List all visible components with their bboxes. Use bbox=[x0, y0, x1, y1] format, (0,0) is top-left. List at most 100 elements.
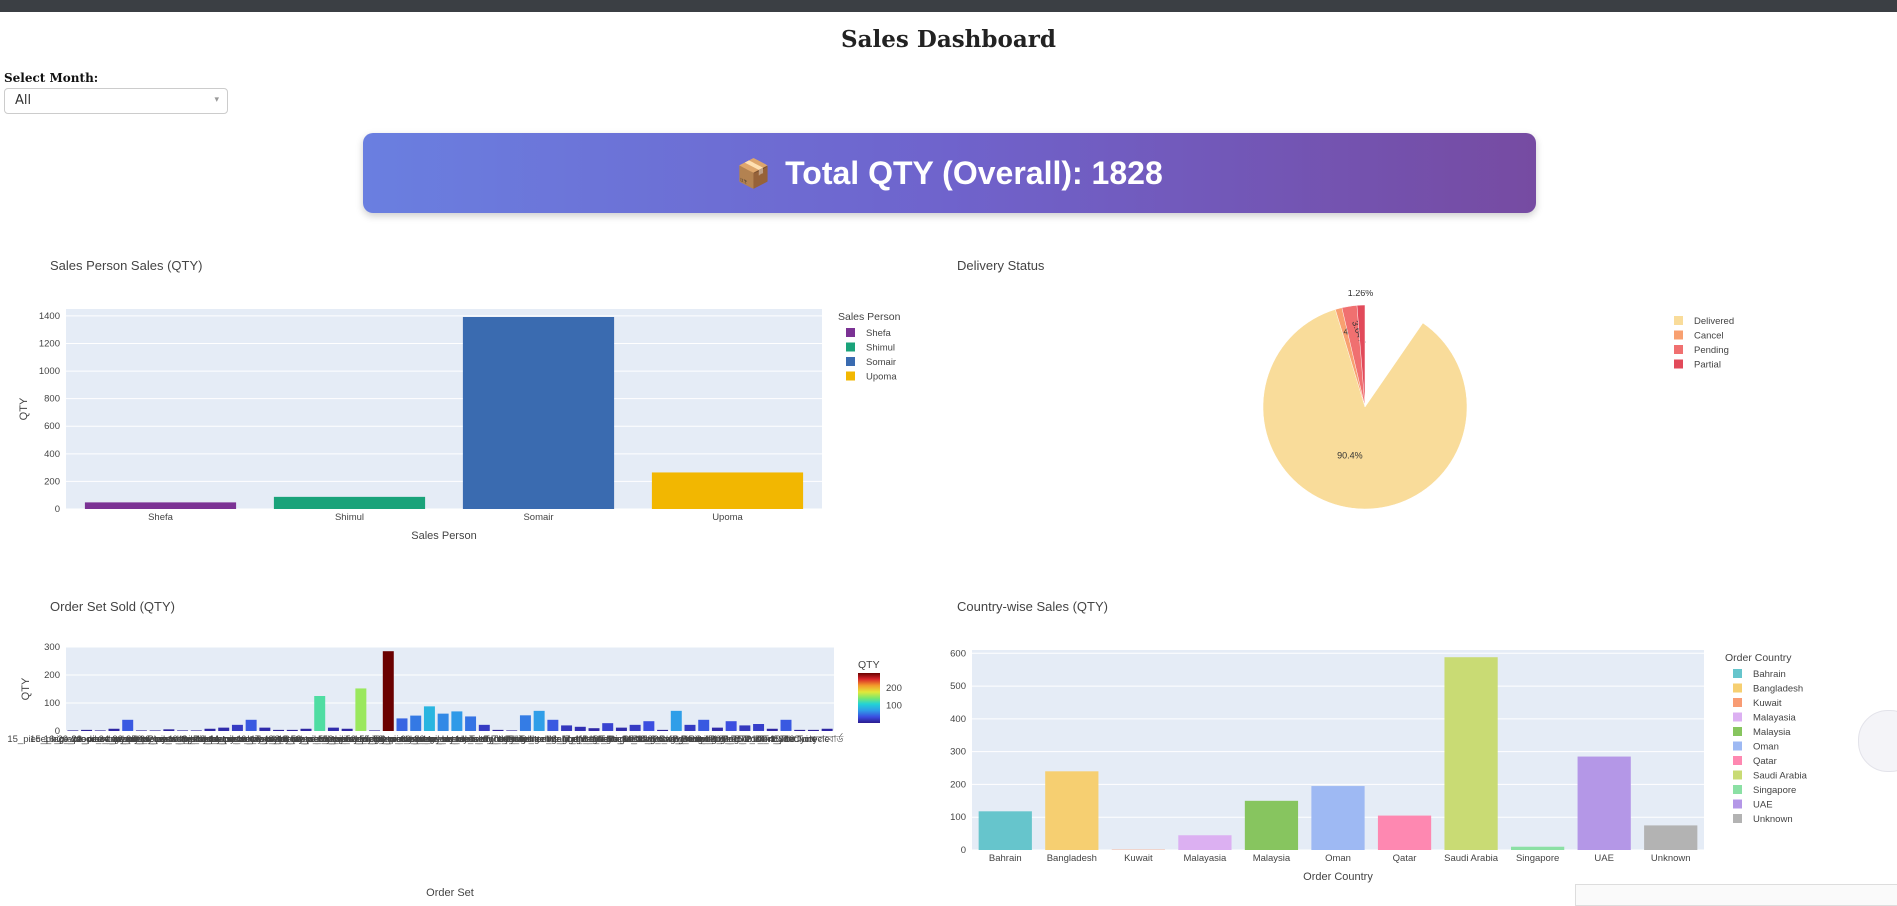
legend-item-partial: Partial bbox=[1694, 360, 1721, 371]
bar-20-piece-wooden-toy-set bbox=[109, 729, 120, 731]
order-set-bar-chart: 010020030015_piece_big_wooden_toy_set15_… bbox=[0, 630, 940, 898]
bar-magnetic-sticks-42 bbox=[630, 725, 641, 731]
y-tick-label: 200 bbox=[950, 779, 966, 790]
bar-80-piece-wooden-toy-set bbox=[465, 716, 476, 731]
legend-swatch bbox=[846, 343, 855, 352]
y-tick-label: 1200 bbox=[39, 338, 60, 349]
legend-item-kuwait: Kuwait bbox=[1753, 698, 1782, 709]
bar-46-piece-wooden-toy-set bbox=[287, 730, 298, 731]
bar-swimming-pool-120 bbox=[671, 711, 682, 731]
y-tick-label: 300 bbox=[44, 642, 60, 653]
bar-60-piece-new-wooden-toy-set bbox=[438, 714, 449, 731]
bar-15-piece-big-wooden-toy-set bbox=[67, 730, 78, 731]
country-chart-title: Country-wise Sales (QTY) bbox=[957, 599, 1108, 614]
bar-60-piece-wooden-toy-set bbox=[451, 711, 462, 731]
bar-saudi-arabia bbox=[1444, 657, 1497, 850]
x-tick-label: UAE bbox=[1594, 853, 1614, 864]
y-tick-label: 600 bbox=[44, 421, 60, 432]
legend-swatch bbox=[1733, 684, 1742, 693]
bar-house-tent bbox=[506, 730, 517, 731]
total-qty-text: Total QTY (Overall): 1828 bbox=[785, 155, 1163, 192]
x-axis-title: Order Country bbox=[1303, 871, 1373, 883]
legend-item-malaysia: Malaysia bbox=[1753, 727, 1791, 738]
legend-item-saudi-arabia: Saudi Arabia bbox=[1753, 771, 1808, 782]
bar-swimming-pool-120-e bbox=[685, 725, 696, 731]
bar-magnetic-sticks-100 bbox=[589, 728, 600, 731]
bar-40-pieces-special-wooden-toy-set bbox=[205, 729, 216, 731]
legend-item-unknown: Unknown bbox=[1753, 814, 1793, 825]
bottom-panel bbox=[1575, 884, 1897, 906]
legend-swatch bbox=[1733, 742, 1742, 751]
legend-title: Order Country bbox=[1725, 652, 1792, 664]
bar-tent-3ft bbox=[767, 729, 778, 731]
bar-42-piece-wooden-toy-set bbox=[246, 720, 257, 731]
package-icon: 📦 bbox=[736, 157, 771, 190]
bar-singapore bbox=[1511, 847, 1564, 850]
bar-21-piece-wooden-toy-set bbox=[122, 720, 133, 731]
legend-item-qatar: Qatar bbox=[1753, 756, 1777, 767]
y-tick-label: 0 bbox=[961, 845, 966, 856]
bar-50-piece-wooden-toy-set-other bbox=[355, 688, 366, 731]
bar-47-piece-wooden-toy-set bbox=[301, 729, 312, 731]
bar-16-piece-wooden-toy-set bbox=[95, 730, 106, 731]
bar-swimming-pool-34x10 bbox=[726, 721, 737, 731]
chevron-down-icon[interactable]: ▾ bbox=[214, 95, 219, 105]
legend-swatch bbox=[846, 357, 855, 366]
bar-qatar bbox=[1378, 816, 1431, 850]
legend-swatch bbox=[1733, 756, 1742, 765]
bar-housetent-tricycle bbox=[479, 725, 490, 731]
legend-swatch bbox=[1733, 698, 1742, 707]
bar-41-pieces-wooden-toy-set bbox=[232, 725, 243, 731]
delivery-chart-title: Delivery Status bbox=[957, 258, 1044, 273]
x-tick-label: Malayasia bbox=[1184, 853, 1227, 864]
legend-swatch bbox=[1733, 814, 1742, 823]
delivery-status-pie-chart: 90.4%4.7%3.64%1.26%DeliveredCancelPendin… bbox=[940, 290, 1897, 550]
legend-item-bahrain: Bahrain bbox=[1753, 669, 1786, 680]
y-tick-label: 0 bbox=[55, 504, 60, 515]
legend-item-bangladesh: Bangladesh bbox=[1753, 684, 1803, 695]
bar-housetent-tricycle bbox=[493, 730, 504, 731]
y-tick-label: 400 bbox=[950, 714, 966, 725]
bar-magnetic-sticks-128 bbox=[602, 723, 613, 731]
y-tick-label: 500 bbox=[950, 681, 966, 692]
y-tick-label: 1400 bbox=[39, 311, 60, 322]
bar-uae bbox=[1578, 757, 1631, 850]
bar-52-piece-big-wooden-toy-set bbox=[383, 651, 394, 731]
y-axis-title: QTY bbox=[18, 397, 30, 420]
x-tick-label: Bangladesh bbox=[1047, 853, 1097, 864]
x-tick-label: Oman bbox=[1325, 853, 1351, 864]
y-tick-label: 300 bbox=[950, 747, 966, 758]
y-tick-label: 200 bbox=[44, 670, 60, 681]
y-tick-label: 400 bbox=[44, 449, 60, 460]
bar-house-tent bbox=[520, 715, 531, 731]
x-tick-label: Unknown bbox=[1651, 853, 1691, 864]
bar-tricycle bbox=[794, 730, 805, 731]
bar-intelligence-3-in-1 bbox=[534, 711, 545, 731]
bar-tricycle bbox=[808, 730, 819, 731]
bar-malaysia bbox=[1245, 801, 1298, 850]
bar-58-piece-wooden-toy-set bbox=[424, 706, 435, 731]
legend-item-upoma: Upoma bbox=[866, 372, 897, 383]
pie-label-partial: 1.26% bbox=[1348, 290, 1374, 298]
bar-52-piece-wooden-toy-set bbox=[397, 718, 408, 731]
legend-swatch bbox=[1733, 727, 1742, 736]
legend-item-delivered: Delivered bbox=[1694, 316, 1734, 327]
legend-item-pending: Pending bbox=[1694, 345, 1729, 356]
bar-magnetic-sticks-84 bbox=[643, 721, 654, 731]
colorbar-tick-label: 200 bbox=[886, 683, 902, 694]
x-tick-label: Malaysia bbox=[1253, 853, 1291, 864]
x-tick-label: Somair bbox=[523, 512, 553, 523]
bar-48-piece-wooden-toy-set bbox=[314, 696, 325, 731]
legend-item-oman: Oman bbox=[1753, 742, 1779, 753]
legend-item-malayasia: Malayasia bbox=[1753, 713, 1796, 724]
legend-item-cancel: Cancel bbox=[1694, 331, 1724, 342]
bar-magnetic-sticks-36 bbox=[616, 728, 627, 731]
month-select-dropdown[interactable]: All ▾ bbox=[4, 88, 228, 114]
legend-item-shimul: Shimul bbox=[866, 343, 895, 354]
order-set-chart-title: Order Set Sold (QTY) bbox=[50, 599, 175, 614]
bar-bahrain bbox=[979, 811, 1032, 850]
x-tick-label: Shimul bbox=[335, 512, 364, 523]
y-axis-title: QTY bbox=[20, 677, 32, 700]
y-tick-label: 100 bbox=[950, 812, 966, 823]
legend-title: Sales Person bbox=[838, 311, 901, 323]
